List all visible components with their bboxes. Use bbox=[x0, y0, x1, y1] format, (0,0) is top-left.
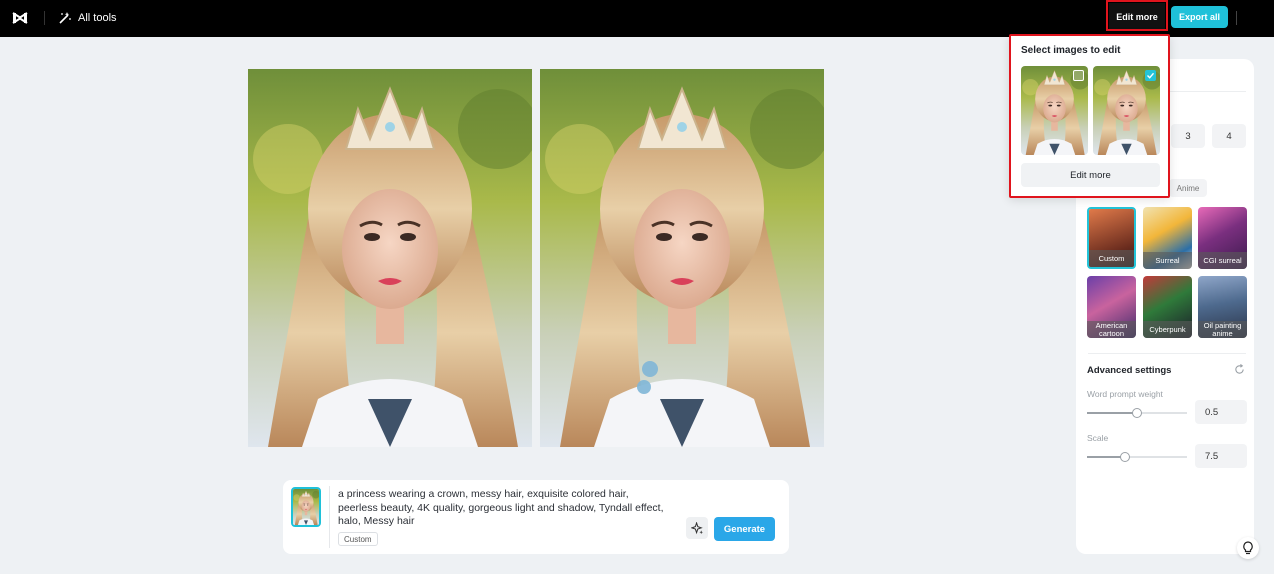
ratio-option-3[interactable]: 3 bbox=[1171, 124, 1205, 148]
style-label: Surreal bbox=[1143, 252, 1192, 269]
panel-divider bbox=[1088, 353, 1246, 354]
image-checkbox[interactable] bbox=[1145, 70, 1156, 81]
style-cyberpunk[interactable]: Cyberpunk bbox=[1143, 276, 1192, 338]
help-button[interactable] bbox=[1237, 537, 1259, 559]
sparkle-icon bbox=[690, 521, 703, 534]
style-tag: Custom bbox=[338, 532, 378, 546]
style-tab-anime[interactable]: Anime bbox=[1169, 179, 1207, 197]
ratio-option-4[interactable]: 4 bbox=[1212, 124, 1246, 148]
slider-handle[interactable] bbox=[1132, 408, 1142, 418]
prompt-box: a princess wearing a crown, messy hair, … bbox=[283, 480, 789, 554]
result-image-1[interactable] bbox=[248, 69, 532, 447]
word-prompt-weight-label: Word prompt weight bbox=[1087, 389, 1163, 399]
checkmark-icon bbox=[1147, 72, 1155, 79]
popup-image-1[interactable] bbox=[1021, 66, 1088, 155]
result-image-2[interactable] bbox=[540, 69, 824, 447]
lightbulb-icon bbox=[1243, 541, 1253, 555]
style-label: Cyberpunk bbox=[1143, 321, 1192, 338]
reference-image-thumbnail[interactable] bbox=[291, 487, 321, 527]
slider-fill bbox=[1087, 412, 1137, 414]
reset-icon[interactable] bbox=[1234, 364, 1245, 375]
slider-handle[interactable] bbox=[1119, 452, 1130, 462]
style-label: Custom bbox=[1089, 250, 1134, 267]
popup-image-2[interactable] bbox=[1093, 66, 1160, 155]
style-custom[interactable]: Custom bbox=[1087, 207, 1136, 269]
style-oil-painting-anime[interactable]: Oil painting anime bbox=[1198, 276, 1247, 338]
word-prompt-weight-input[interactable]: 0.5 bbox=[1195, 400, 1247, 424]
word-prompt-weight-slider[interactable] bbox=[1087, 408, 1187, 418]
topbar-divider bbox=[44, 11, 45, 25]
style-label: American cartoon bbox=[1087, 321, 1136, 338]
export-all-button[interactable]: Export all bbox=[1171, 6, 1228, 28]
all-tools-label: All tools bbox=[78, 12, 117, 24]
select-images-popup: Select images to edit Edit more bbox=[1009, 34, 1170, 198]
scale-slider[interactable] bbox=[1087, 452, 1187, 462]
advanced-settings-title: Advanced settings bbox=[1087, 365, 1172, 376]
style-label: CGI surreal bbox=[1198, 252, 1247, 269]
slider-fill bbox=[1087, 456, 1125, 458]
prompt-divider bbox=[329, 486, 330, 548]
generate-button[interactable]: Generate bbox=[714, 517, 775, 541]
image-checkbox[interactable] bbox=[1073, 70, 1084, 81]
style-label: Oil painting anime bbox=[1198, 321, 1247, 338]
magic-wand-icon bbox=[59, 12, 71, 24]
style-surreal[interactable]: Surreal bbox=[1143, 207, 1192, 269]
edit-more-button[interactable]: Edit more bbox=[1109, 3, 1165, 30]
prompt-input[interactable]: a princess wearing a crown, messy hair, … bbox=[338, 488, 668, 529]
topbar-divider-right bbox=[1236, 11, 1237, 25]
popup-title: Select images to edit bbox=[1021, 45, 1121, 56]
top-bar: All tools Edit more Export all bbox=[0, 0, 1274, 37]
style-cgi-surreal[interactable]: CGI surreal bbox=[1198, 207, 1247, 269]
capcut-logo-icon[interactable] bbox=[11, 9, 29, 27]
prompt-enhance-button[interactable] bbox=[686, 517, 708, 539]
style-american-cartoon[interactable]: American cartoon bbox=[1087, 276, 1136, 338]
scale-input[interactable]: 7.5 bbox=[1195, 444, 1247, 468]
popup-edit-more-button[interactable]: Edit more bbox=[1021, 163, 1160, 187]
all-tools-button[interactable]: All tools bbox=[58, 9, 117, 27]
scale-label: Scale bbox=[1087, 433, 1109, 443]
